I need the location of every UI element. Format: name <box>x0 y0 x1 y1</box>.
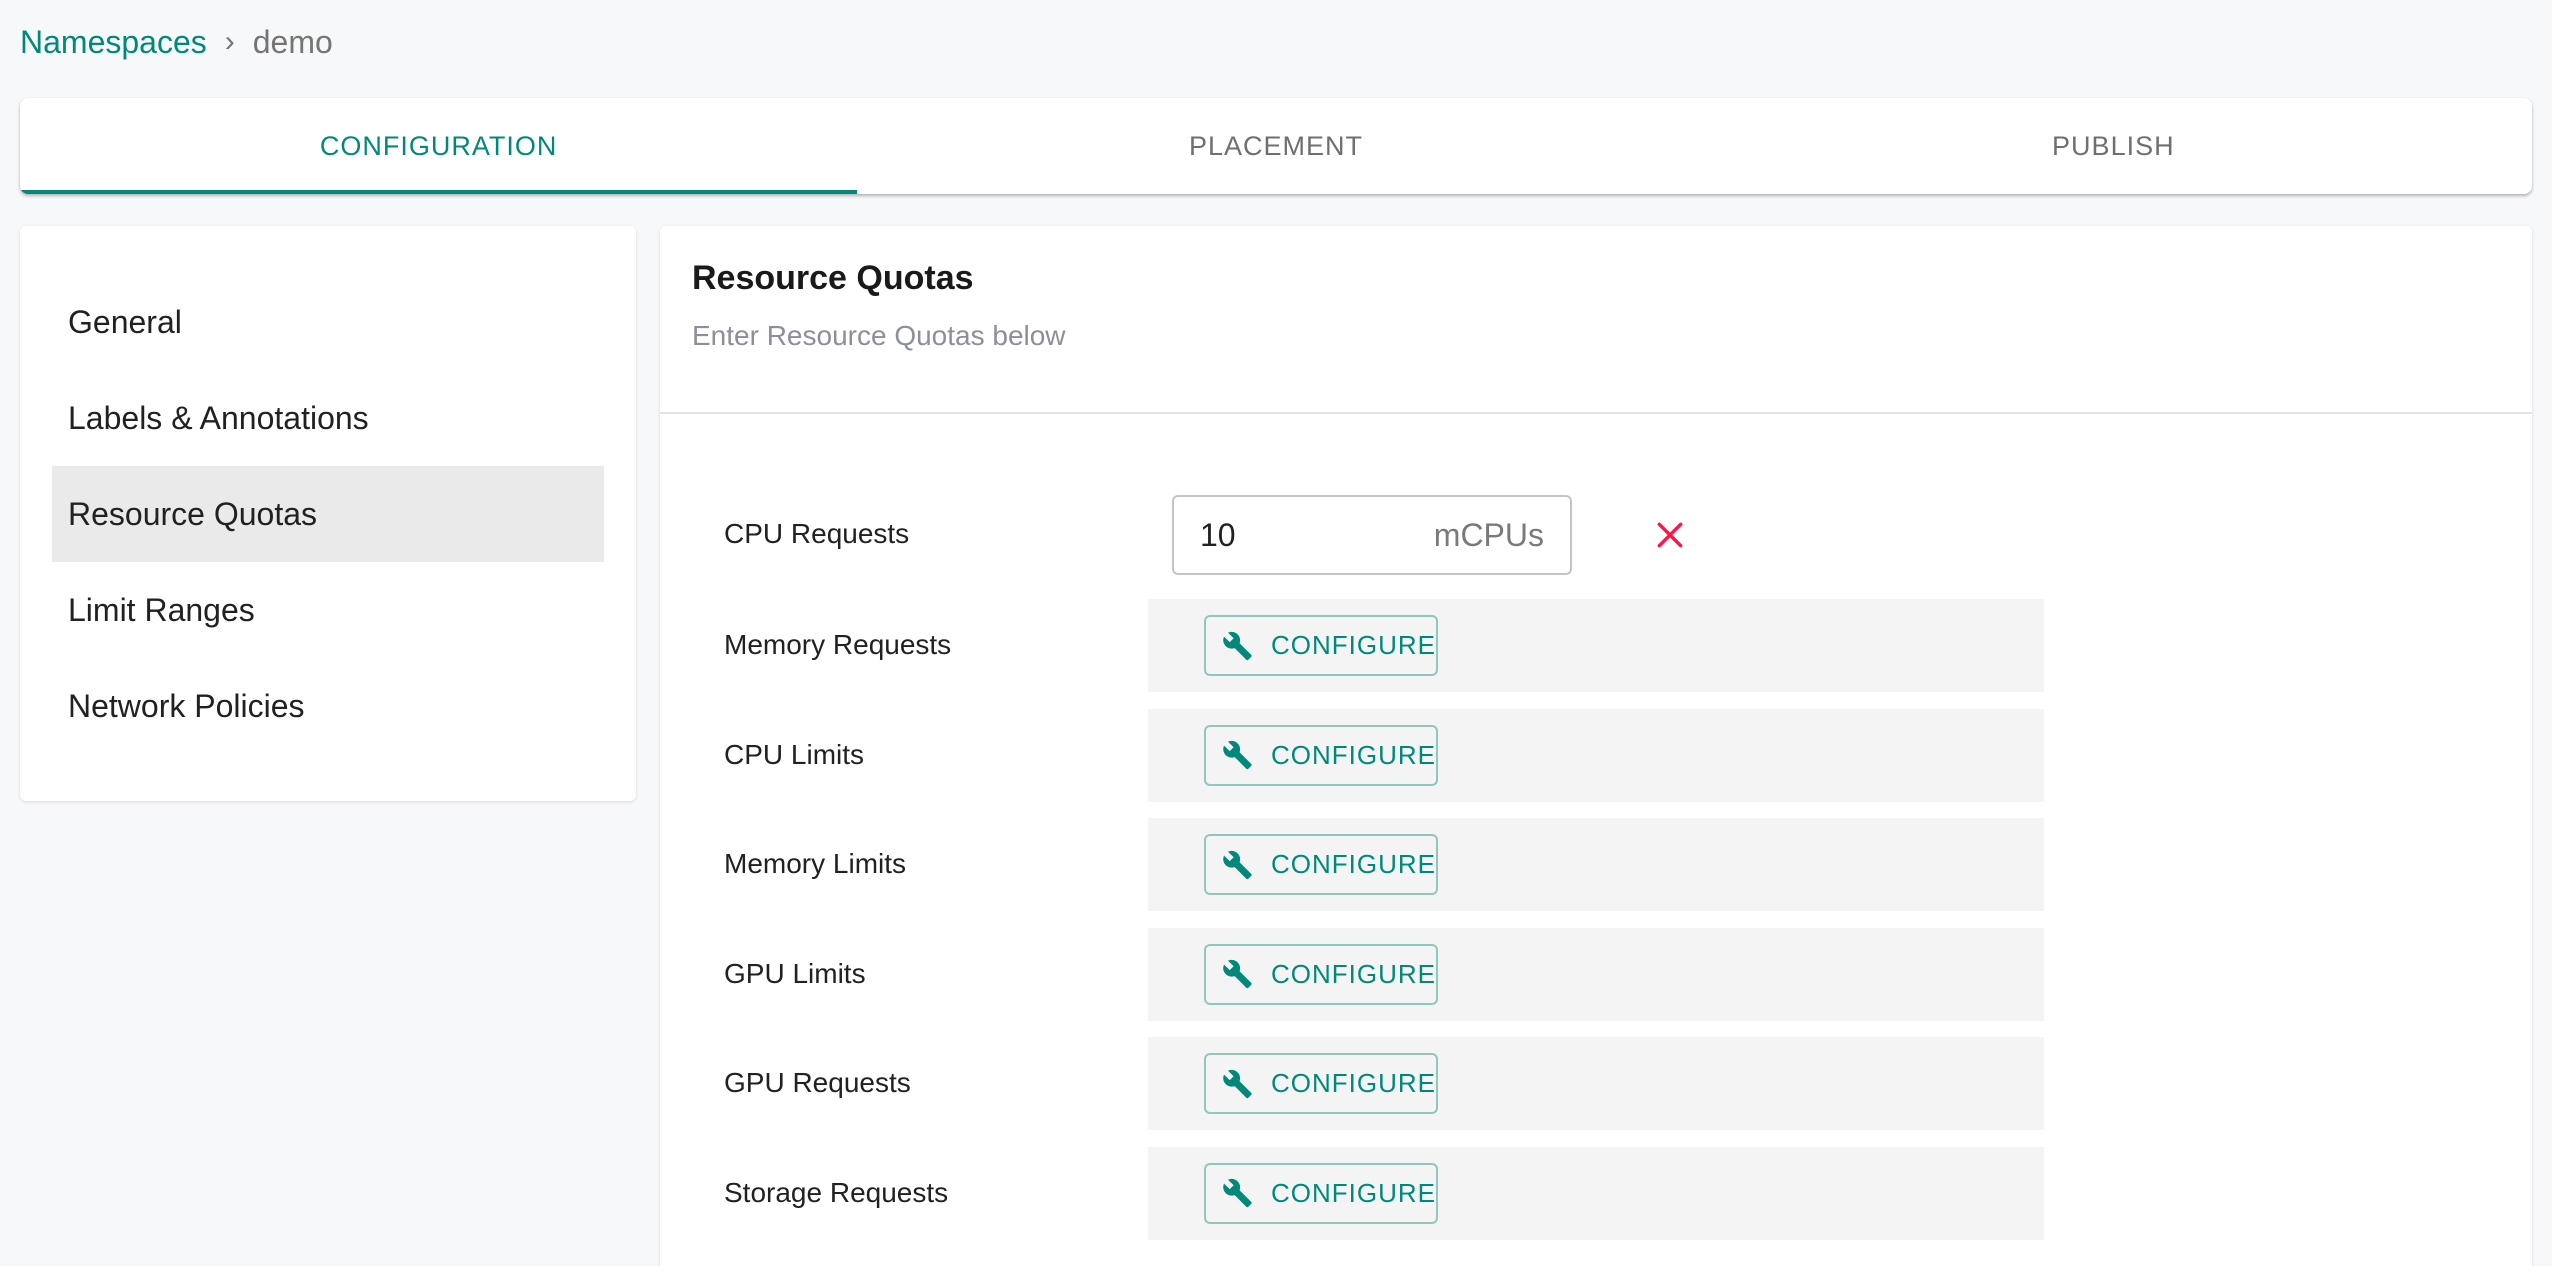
configure-button-label: CONFIGURE <box>1271 1177 1436 1208</box>
quota-config-area: CONFIGURE <box>1148 818 2044 911</box>
quota-config-area: CONFIGURE <box>1148 1037 2044 1130</box>
configure-button-label: CONFIGURE <box>1271 630 1436 660</box>
wrench-icon <box>1223 1178 1252 1208</box>
sidebar-item-limit-ranges[interactable]: Limit Ranges <box>52 562 604 658</box>
tab-bar: CONFIGURATION PLACEMENT PUBLISH <box>20 98 2532 194</box>
breadcrumb-current: demo <box>252 23 333 60</box>
sidebar-item-resource-quotas[interactable]: Resource Quotas <box>52 466 604 562</box>
sidebar-item-label: Resource Quotas <box>68 495 318 532</box>
tab-publish[interactable]: PUBLISH <box>1695 98 2532 194</box>
page-subtitle: Enter Resource Quotas below <box>692 320 1066 352</box>
wrench-icon <box>1223 850 1252 879</box>
close-icon <box>1657 522 1683 548</box>
quota-label: Storage Requests <box>724 1176 949 1208</box>
configure-gpu-limits-button[interactable]: CONFIGURE <box>1204 943 1438 1005</box>
tab-placement[interactable]: PLACEMENT <box>857 98 1694 194</box>
sidebar: General Labels & Annotations Resource Qu… <box>20 226 636 801</box>
quota-label: Memory Requests <box>724 629 952 660</box>
configure-cpu-limits-button[interactable]: CONFIGURE <box>1204 724 1438 786</box>
wrench-icon <box>1223 631 1252 660</box>
remove-cpu-requests-button[interactable] <box>1650 515 1690 555</box>
configure-memory-requests-button[interactable]: CONFIGURE <box>1204 615 1438 676</box>
quota-label: GPU Requests <box>724 1067 911 1098</box>
breadcrumb-separator-icon: › <box>224 25 235 58</box>
quota-config-area: CONFIGURE <box>1148 708 2044 802</box>
input-unit: mCPUs <box>1433 516 1544 553</box>
configure-memory-limits-button[interactable]: CONFIGURE <box>1204 834 1438 895</box>
sidebar-item-label: Limit Ranges <box>68 591 255 628</box>
wrench-icon <box>1223 740 1252 770</box>
resource-quotas-panel: Resource Quotas Enter Resource Quotas be… <box>660 226 2532 1266</box>
quota-label: Memory Limits <box>724 848 907 879</box>
quota-config-area: CONFIGURE <box>1148 1146 2044 1240</box>
sidebar-item-label: Labels & Annotations <box>68 399 369 436</box>
configure-button-label: CONFIGURE <box>1271 849 1436 879</box>
sidebar-item-general[interactable]: General <box>52 274 604 370</box>
quota-config-area: CONFIGURE <box>1148 927 2044 1021</box>
sidebar-item-network-policies[interactable]: Network Policies <box>52 658 604 754</box>
sidebar-item-labels-annotations[interactable]: Labels & Annotations <box>52 370 604 466</box>
breadcrumb-namespaces-link[interactable]: Namespaces <box>20 24 207 61</box>
tab-configuration[interactable]: CONFIGURATION <box>20 98 858 194</box>
quota-label: GPU Limits <box>724 957 866 989</box>
quota-label: CPU Limits <box>724 738 865 770</box>
configure-button-label: CONFIGURE <box>1271 958 1436 989</box>
quota-config-area: CONFIGURE <box>1148 599 2044 692</box>
wrench-icon <box>1223 1069 1252 1098</box>
configure-button-label: CONFIGURE <box>1271 739 1436 770</box>
configure-gpu-requests-button[interactable]: CONFIGURE <box>1204 1053 1438 1114</box>
input-value: 10 <box>1200 516 1236 553</box>
sidebar-item-label: General <box>68 303 182 340</box>
breadcrumb: Namespaces › demo <box>20 22 333 62</box>
configure-storage-requests-button[interactable]: CONFIGURE <box>1204 1162 1438 1224</box>
configure-button-label: CONFIGURE <box>1271 1068 1436 1098</box>
cpu-requests-input[interactable]: 10 mCPUs <box>1172 495 1572 575</box>
sidebar-item-label: Network Policies <box>68 687 305 724</box>
wrench-icon <box>1223 959 1252 989</box>
page-title: Resource Quotas <box>692 259 974 297</box>
panel-header: Resource Quotas Enter Resource Quotas be… <box>660 226 2532 414</box>
quota-label: CPU Requests <box>724 518 910 549</box>
